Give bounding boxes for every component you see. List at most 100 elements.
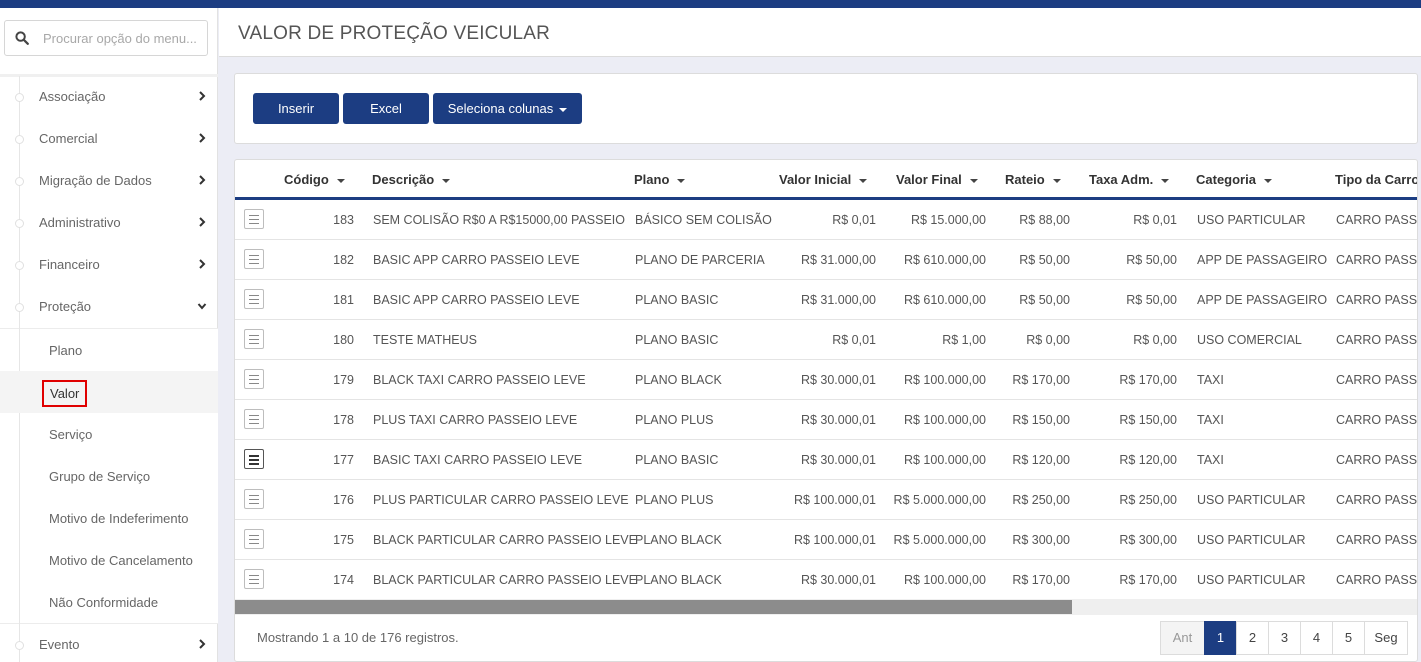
sidebar-item-label: Proteção (39, 299, 92, 314)
list-lines-icon[interactable] (244, 449, 264, 469)
column-header-categoria[interactable]: Categoria (1196, 172, 1272, 187)
submenu-item-grupo-de-servico[interactable]: Grupo de Serviço (0, 455, 218, 497)
search-input[interactable] (43, 21, 203, 55)
sidebar-item-comercial[interactable]: Comercial (0, 118, 218, 160)
list-lines-icon[interactable] (244, 409, 264, 429)
pagination-prev-button[interactable]: Ant (1160, 621, 1205, 655)
page-header: VALOR DE PROTEÇÃO VEICULAR (219, 8, 1421, 57)
cell-taxa-adm: R$ 170,00 (1119, 373, 1177, 387)
sidebar-item-evento[interactable]: Evento (0, 624, 218, 662)
tree-node-icon (15, 641, 24, 650)
table-row[interactable]: 183 SEM COLISÃO R$0 A R$15000,00 PASSEIO B… (235, 200, 1418, 240)
cell-codigo: 183 (333, 213, 354, 227)
cell-codigo: 174 (333, 573, 354, 587)
submenu-item-motivo-de-cancelamento[interactable]: Motivo de Cancelamento (0, 539, 218, 581)
list-lines-icon[interactable] (244, 569, 264, 589)
tree-node-icon (15, 303, 24, 312)
table-row[interactable]: 175 BLACK PARTICULAR CARRO PASSEIO LEVE PL… (235, 520, 1417, 560)
sidebar-item-label: Comercial (39, 131, 98, 146)
list-lines-icon[interactable] (244, 289, 264, 309)
sidebar-item-label: Administrativo (39, 215, 121, 230)
cell-valor-final: R$ 5.000.000,00 (893, 533, 986, 547)
column-header-rateio[interactable]: Rateio (1005, 172, 1061, 187)
sidebar-item-financeiro[interactable]: Financeiro (0, 244, 218, 286)
cell-taxa-adm: R$ 150,00 (1119, 413, 1177, 427)
cell-valor-inicial: R$ 100.000,01 (793, 533, 876, 547)
sort-icon (1161, 178, 1170, 183)
pagination-page-5[interactable]: 5 (1332, 621, 1365, 655)
cell-valor-inicial: R$ 31.000,00 (800, 253, 876, 267)
table-row[interactable]: 176 PLUS PARTICULAR CARRO PASSEIO LEVE PLA… (235, 480, 1417, 520)
sidebar-item-administrativo[interactable]: Administrativo (0, 202, 218, 244)
column-header-descricao[interactable]: Descrição (372, 172, 451, 187)
column-header-codigo[interactable]: Código (284, 172, 345, 187)
page-title: VALOR DE PROTEÇÃO VEICULAR (238, 23, 551, 44)
horizontal-scrollbar[interactable] (235, 599, 1417, 615)
table-row[interactable]: 177 BASIC TAXI CARRO PASSEIO LEVE PLANO BA… (235, 440, 1418, 480)
column-header-plano[interactable]: Plano (634, 172, 686, 187)
column-header-label: Código (284, 172, 329, 187)
cell-valor-inicial: R$ 0,01 (832, 213, 876, 227)
submenu-item-valor[interactable]: Valor (0, 371, 218, 413)
cell-tipo-carroceria: CARRO PASSE (1336, 453, 1418, 467)
table-row[interactable]: 180 TESTE MATHEUS PLANO BASIC R$ 0,01 R$ 1,0… (235, 320, 1417, 360)
menu-search[interactable] (4, 20, 208, 56)
submenu-item-motivo-de-indeferimento[interactable]: Motivo de Indeferimento (0, 497, 218, 539)
column-header-taxa-adm[interactable]: Taxa Adm. (1089, 172, 1170, 187)
cell-valor-inicial: R$ 30.000,01 (800, 413, 876, 427)
cell-valor-final: R$ 15.000,00 (910, 213, 986, 227)
sidebar-item-protecao[interactable]: Proteção (0, 286, 218, 328)
column-header-tipo-da-carroceria[interactable]: Tipo da Carroc (1335, 172, 1417, 187)
table-row[interactable]: 181 BASIC APP CARRO PASSEIO LEVE PLANO BAS… (235, 280, 1417, 320)
cell-tipo-carroceria: CARRO PASSE (1336, 573, 1418, 587)
pagination-page-1[interactable]: 1 (1204, 621, 1237, 655)
cell-taxa-adm: R$ 0,01 (1133, 213, 1177, 227)
cell-valor-inicial: R$ 30.000,01 (800, 573, 876, 587)
cell-descricao: BASIC TAXI CARRO PASSEIO LEVE (373, 453, 583, 467)
list-lines-icon[interactable] (244, 529, 264, 549)
column-header-label: Plano (634, 172, 670, 187)
table-row[interactable]: 174 BLACK PARTICULAR CARRO PASSEIO LEVE PL… (235, 560, 1418, 600)
submenu-item-servico[interactable]: Serviço (0, 413, 218, 455)
excel-button[interactable]: Excel (343, 93, 429, 124)
cell-descricao: BASIC APP CARRO PASSEIO LEVE (373, 293, 580, 307)
sort-icon (1052, 178, 1061, 183)
select-columns-button[interactable]: Seleciona colunas (433, 93, 582, 124)
submenu-item-label: Motivo de Indeferimento (49, 511, 189, 526)
scrollbar-thumb[interactable] (235, 600, 1072, 614)
table-row[interactable]: 179 BLACK TAXI CARRO PASSEIO LEVE PLANO BL… (235, 360, 1417, 400)
submenu-item-nao-conformidade[interactable]: Não Conformidade (0, 581, 218, 623)
pagination-next-button[interactable]: Seg (1364, 621, 1408, 655)
list-lines-icon[interactable] (244, 329, 264, 349)
cell-taxa-adm: R$ 170,00 (1119, 573, 1177, 587)
list-lines-icon[interactable] (244, 489, 264, 509)
pagination-page-3[interactable]: 3 (1268, 621, 1301, 655)
column-header-valor-inicial[interactable]: Valor Inicial (779, 172, 868, 187)
cell-descricao: BLACK PARTICULAR CARRO PASSEIO LEVE (373, 533, 637, 547)
cell-rateio: R$ 50,00 (1019, 253, 1070, 267)
pagination-page-2[interactable]: 2 (1236, 621, 1269, 655)
sidebar-item-associacao[interactable]: Associação (0, 76, 218, 118)
sort-icon (969, 178, 978, 183)
cell-rateio: R$ 50,00 (1019, 293, 1070, 307)
cell-tipo-carroceria: CARRO PASSE (1336, 213, 1418, 227)
cell-plano: PLANO BASIC (635, 293, 719, 307)
cell-rateio: R$ 120,00 (1012, 453, 1070, 467)
table-row[interactable]: 178 PLUS TAXI CARRO PASSEIO LEVE PLANO PLU… (235, 400, 1417, 440)
column-header-label: Descrição (372, 172, 435, 187)
insert-button[interactable]: Inserir (253, 93, 339, 124)
cell-categoria: USO PARTICULAR (1197, 493, 1306, 507)
submenu-item-plano[interactable]: Plano (0, 329, 218, 371)
list-lines-icon[interactable] (244, 209, 264, 229)
column-header-label: Categoria (1196, 172, 1256, 187)
cell-plano: PLANO BLACK (635, 573, 722, 587)
list-lines-icon[interactable] (244, 249, 264, 269)
column-header-valor-final[interactable]: Valor Final (896, 172, 978, 187)
records-info: Mostrando 1 a 10 de 176 registros. (257, 630, 459, 645)
sidebar-item-label: Migração de Dados (39, 173, 152, 188)
list-lines-icon[interactable] (244, 369, 264, 389)
cell-codigo: 177 (333, 453, 354, 467)
sidebar-item-migracao-de-dados[interactable]: Migração de Dados (0, 160, 218, 202)
pagination-page-4[interactable]: 4 (1300, 621, 1333, 655)
table-row[interactable]: 182 BASIC APP CARRO PASSEIO LEVE PLANO DE … (235, 240, 1417, 280)
